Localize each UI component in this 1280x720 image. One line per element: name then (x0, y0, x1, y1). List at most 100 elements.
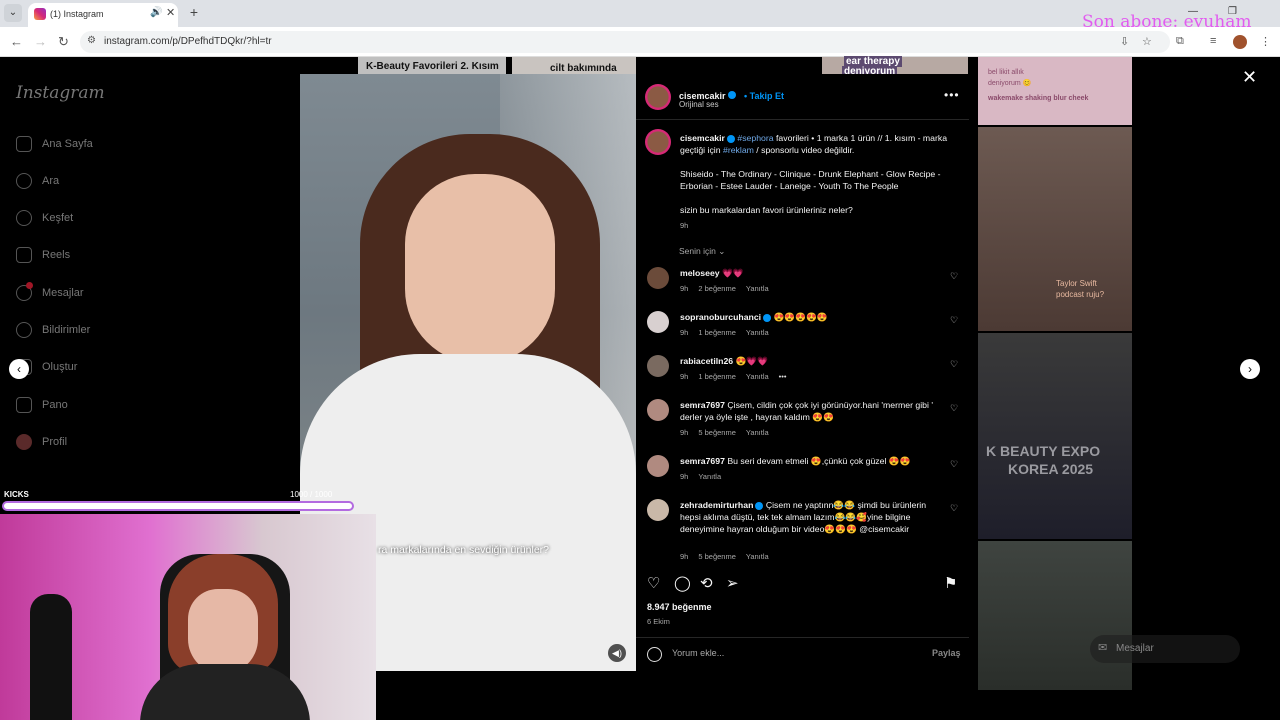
follow-button[interactable]: • Takip Et (744, 91, 784, 101)
comment-likes[interactable]: 1 beğenme (698, 372, 736, 381)
comment-username[interactable]: sopranoburcuhanci (680, 312, 761, 322)
thumbnail-label: podcast ruju? (1056, 290, 1105, 299)
reply-button[interactable]: Yanıtla (746, 552, 769, 561)
author-avatar[interactable] (645, 84, 671, 110)
kicks-goal-progress-bar (2, 501, 354, 511)
close-tab-icon[interactable]: ✕ (166, 6, 175, 19)
tab-search-button[interactable]: ⌄ (4, 4, 22, 22)
comment-input[interactable]: Yorum ekle... (672, 648, 724, 658)
save-bookmark-icon[interactable]: ⚑ (944, 574, 957, 592)
like-comment-heart-icon[interactable]: ♡ (950, 459, 958, 470)
background-grid: bel likit allık deniyorum 😊 wakemake sha… (978, 57, 1132, 690)
comment-text: 💗💗 (722, 268, 744, 278)
comment-likes[interactable]: 1 beğenme (698, 328, 736, 337)
comment-username[interactable]: rabiacetiln26 (680, 356, 733, 366)
comment-time: 9h (680, 284, 689, 293)
sidebar-item-label: Reels (42, 249, 71, 261)
share-send-icon[interactable]: ➢ (726, 574, 739, 592)
microphone (30, 594, 72, 720)
commenter-avatar[interactable] (647, 355, 669, 377)
comment-options-icon[interactable]: ••• (779, 372, 787, 381)
close-modal-icon[interactable]: ✕ (1242, 67, 1257, 88)
add-comment-bar: Yorum ekle... Paylaş (636, 637, 969, 671)
comment-likes[interactable]: 2 beğenme (698, 284, 736, 293)
more-options-icon[interactable]: ••• (944, 88, 960, 102)
like-comment-heart-icon[interactable]: ♡ (950, 315, 958, 326)
post-header: cisemcakir • Takip Et Orijinal ses ••• (636, 74, 969, 120)
comment-username[interactable]: semra7697 (680, 456, 725, 466)
sidebar-item-label: Ana Sayfa (42, 138, 93, 150)
comment-text: 😍😍😍😍😍 (773, 312, 828, 322)
new-tab-button[interactable]: + (186, 5, 202, 21)
repost-icon[interactable]: ⟲ (700, 574, 713, 592)
audio-label[interactable]: Orijinal ses (679, 100, 719, 109)
commenter-avatar[interactable] (647, 267, 669, 289)
audio-playing-icon[interactable]: 🔊 (150, 7, 162, 18)
back-icon[interactable]: ← (10, 34, 23, 49)
media-control-icon[interactable]: ≡ (1210, 35, 1216, 47)
verified-badge-icon (755, 501, 764, 510)
background-thumbnail: K BEAUTY EXPO KOREA 2025 (978, 333, 1132, 539)
caption-brands: Shiseido - The Ordinary - Clinique - Dru… (680, 169, 941, 191)
install-app-icon[interactable]: ⇩ (1120, 35, 1129, 48)
like-heart-icon[interactable]: ♡ (647, 574, 660, 592)
messages-label: Mesajlar (1116, 643, 1154, 654)
comment-likes[interactable]: 5 beğenme (698, 428, 736, 437)
reload-icon[interactable]: ↻ (58, 34, 69, 50)
heart-icon (16, 322, 32, 338)
sidebar-item-label: Ara (42, 175, 60, 187)
reply-button[interactable]: Yanıtla (698, 472, 721, 481)
emoji-icon[interactable] (647, 647, 662, 662)
post-comment-button[interactable]: Paylaş (932, 648, 961, 658)
browser-tab[interactable]: (1) Instagram 🔊 ✕ (28, 3, 178, 27)
like-count[interactable]: 8.947 beğenme (647, 602, 712, 612)
commenter-avatar[interactable] (647, 455, 669, 477)
forward-icon[interactable]: → (34, 34, 47, 49)
reply-button[interactable]: Yanıtla (746, 284, 769, 293)
commenter-avatar[interactable] (647, 399, 669, 421)
instagram-logo[interactable]: Instagram (16, 83, 105, 103)
comment-bubble-icon[interactable]: ◯ (674, 574, 691, 592)
kicks-goal-count: 1000 / 1000 (290, 490, 333, 499)
comment-username[interactable]: meloseey (680, 268, 720, 278)
comment-username[interactable]: zehrademirturhan (680, 500, 753, 510)
caption-username[interactable]: cisemcakir (680, 133, 725, 143)
hashtag-link[interactable]: #reklam (723, 145, 754, 155)
extensions-icon[interactable]: ⧉ (1176, 35, 1184, 48)
tab-title: (1) Instagram (50, 9, 104, 19)
commenter-avatar[interactable] (647, 499, 669, 521)
caption-avatar[interactable] (645, 129, 671, 155)
speaker-icon[interactable]: ◀) (608, 644, 626, 662)
like-comment-heart-icon[interactable]: ♡ (950, 503, 958, 514)
sidebar-item-label: Keşfet (42, 212, 74, 224)
reels-icon (16, 247, 32, 263)
like-comment-heart-icon[interactable]: ♡ (950, 359, 958, 370)
notification-badge (26, 282, 33, 289)
hashtag-link[interactable]: #sephora (737, 133, 773, 143)
reply-button[interactable]: Yanıtla (746, 372, 769, 381)
site-info-icon[interactable]: ⚙ (87, 35, 96, 46)
comment-username[interactable]: semra7697 (680, 400, 725, 410)
sidebar-item-label: Bildirimler (42, 324, 91, 336)
address-bar[interactable]: ⚙ instagram.com/p/DPefhdTDQkr/?hl=tr (80, 31, 1170, 53)
caption-time: 9h (680, 221, 689, 230)
like-comment-heart-icon[interactable]: ♡ (950, 271, 958, 282)
post-details-panel: cisemcakir • Takip Et Orijinal ses ••• c… (636, 74, 969, 671)
previous-post-arrow-icon[interactable]: ‹ (9, 359, 29, 379)
like-comment-heart-icon[interactable]: ♡ (950, 403, 958, 414)
comment-sort-dropdown[interactable]: Senin için ⌄ (679, 246, 725, 257)
search-icon (16, 173, 32, 189)
background-thumbnail (978, 541, 1132, 690)
reply-button[interactable]: Yanıtla (746, 428, 769, 437)
sidebar-item-label: Oluştur (42, 361, 78, 373)
browser-menu-icon[interactable]: ⋮ (1260, 35, 1271, 48)
messages-floating-button[interactable]: ✉ Mesajlar (1090, 635, 1240, 663)
browser-profile-avatar[interactable] (1233, 35, 1247, 49)
thumbnail-label: K BEAUTY EXPO (986, 443, 1101, 459)
bookmark-star-icon[interactable]: ☆ (1142, 35, 1152, 48)
next-post-arrow-icon[interactable]: › (1240, 359, 1260, 379)
comment-time: 9h (680, 552, 689, 561)
reply-button[interactable]: Yanıtla (746, 328, 769, 337)
commenter-avatar[interactable] (647, 311, 669, 333)
comment-likes[interactable]: 5 beğenme (698, 552, 736, 561)
